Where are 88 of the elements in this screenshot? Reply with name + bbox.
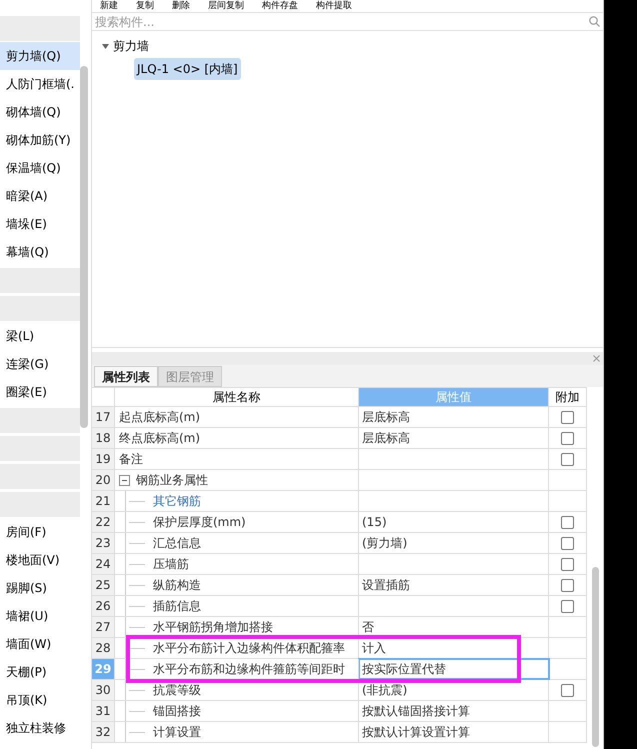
property-value: 按默认锚固搭接计算 (362, 703, 470, 720)
checkbox[interactable] (561, 452, 574, 466)
property-link[interactable]: 其它钢筋 (153, 492, 201, 510)
property-value: 设置插筋 (362, 577, 410, 594)
row-number: 25 (92, 575, 115, 595)
property-value: (15) (362, 514, 387, 531)
sidebar-item[interactable]: 吊顶(K) (0, 686, 80, 714)
sidebar-item[interactable]: 踢脚(S) (0, 574, 80, 602)
row-number: 17 (92, 407, 115, 427)
property-value: 层底标高 (362, 430, 410, 447)
sidebar-item[interactable]: 幕墙(Q) (0, 238, 80, 266)
property-name: 抗震等级 (153, 682, 201, 699)
sidebar-item[interactable]: 砌体加筋(Y) (0, 126, 80, 154)
property-name: 锚固搭接 (153, 703, 201, 720)
property-name: 终点底标高(m) (119, 430, 200, 447)
property-value: 计入 (362, 640, 386, 657)
sidebar-item[interactable]: 梁(L) (0, 322, 80, 350)
row-number: 27 (92, 617, 115, 637)
search-icon[interactable] (589, 16, 600, 27)
property-name: 水平钢筋拐角增加搭接 (153, 619, 273, 636)
toolbar-button[interactable]: 新建 (100, 1, 118, 12)
toolbar-button[interactable]: 复制 (136, 1, 154, 12)
row-number: 24 (92, 554, 115, 574)
sidebar-item[interactable]: 保温墙(Q) (0, 154, 80, 182)
row-number: 30 (92, 680, 115, 700)
scrollbar[interactable] (80, 66, 88, 428)
row-number: 20 (92, 470, 115, 490)
property-name: 汇总信息 (153, 535, 201, 552)
sidebar-item[interactable]: 独立柱装修 (0, 714, 80, 742)
row-number: 22 (92, 512, 115, 532)
property-name: 插筋信息 (153, 598, 201, 615)
checkbox[interactable] (561, 600, 574, 612)
property-name: 钢筋业务属性 (136, 472, 208, 489)
collapse-icon[interactable] (102, 44, 109, 48)
property-value: 按默认计算设置计算 (362, 724, 470, 741)
property-value: (剪力墙) (362, 535, 408, 552)
column-header: 属性值 (359, 388, 549, 406)
toolbar-button[interactable]: 构件提取 (316, 1, 352, 12)
column-header: 附加 (549, 388, 587, 406)
property-name: 起点底标高(m) (119, 409, 200, 426)
sidebar-item[interactable]: 墙面(W) (0, 630, 80, 658)
row-number: 23 (92, 533, 115, 553)
row-number: 32 (92, 722, 115, 742)
property-name: 备注 (119, 451, 143, 468)
sidebar-item[interactable]: 人防门框墙(. (0, 70, 80, 98)
property-value: 否 (362, 619, 374, 636)
row-number: 29 (92, 659, 115, 679)
sidebar-item[interactable]: 砌体墙(Q) (0, 98, 80, 126)
sidebar-item[interactable]: 墙裙(U) (0, 602, 80, 630)
tree-node[interactable]: JLQ-1 <0> [内墙] (134, 58, 241, 80)
checkbox[interactable] (561, 516, 574, 528)
property-name: 计算设置 (153, 724, 201, 741)
property-name: 保护层厚度(mm) (153, 514, 246, 531)
close-icon[interactable] (593, 355, 600, 362)
property-name: 水平分布筋计入边缘构件体积配箍率 (153, 640, 345, 657)
checkbox[interactable] (561, 432, 574, 444)
property-name: 水平分布筋和边缘构件箍筋等间距时 (153, 661, 345, 678)
value-input[interactable]: 按实际位置代替 (362, 660, 446, 678)
collapse-icon[interactable] (119, 474, 130, 486)
sidebar-item[interactable]: 暗梁(A) (0, 182, 80, 210)
property-name: 纵筋构造 (153, 577, 201, 594)
tree-node[interactable]: 剪力墙 (113, 37, 149, 55)
row-number: 19 (92, 449, 115, 469)
scrollbar[interactable] (592, 567, 599, 747)
sidebar-item[interactable]: 连梁(G) (0, 350, 80, 378)
row-number: 26 (92, 596, 115, 616)
toolbar-button[interactable]: 层间复制 (208, 1, 244, 12)
row-number: 21 (92, 491, 115, 511)
property-value: 层底标高 (362, 409, 410, 426)
checkbox[interactable] (561, 536, 574, 550)
sidebar-item[interactable]: 圈梁(E) (0, 378, 80, 406)
row-number: 28 (92, 638, 115, 658)
checkbox[interactable] (561, 410, 574, 424)
checkbox[interactable] (561, 578, 574, 592)
toolbar-button[interactable]: 构件存盘 (262, 1, 298, 12)
sidebar-item[interactable]: 天棚(P) (0, 658, 80, 686)
sidebar-item[interactable]: 墙垛(E) (0, 210, 80, 238)
toolbar-button[interactable]: 删除 (172, 1, 190, 12)
tab[interactable]: 属性列表 (94, 366, 158, 387)
checkbox[interactable] (561, 558, 574, 570)
row-number: 18 (92, 428, 115, 448)
property-name: 压墙筋 (153, 556, 189, 573)
sidebar-item[interactable]: 楼地面(V) (0, 546, 80, 574)
row-number: 31 (92, 701, 115, 721)
property-value: (非抗震) (362, 682, 408, 699)
sidebar-item[interactable]: 剪力墙(Q) (0, 42, 80, 70)
sidebar-item[interactable]: 房间(F) (0, 518, 80, 546)
checkbox[interactable] (561, 684, 574, 696)
